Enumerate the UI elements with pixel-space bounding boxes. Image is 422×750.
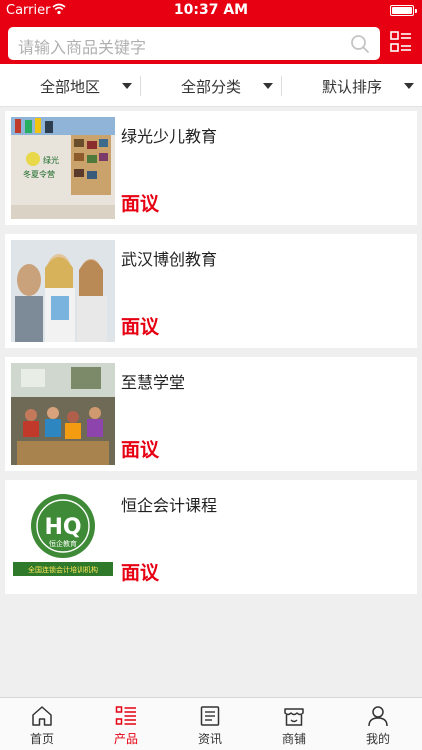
item-price: 面议 [121,562,160,584]
tab-shops[interactable]: 商铺 [252,698,336,750]
search-input[interactable]: 请输入商品关键字 [8,27,380,60]
caret-down-icon [404,83,414,89]
filter-category-label: 全部分类 [180,78,241,96]
list-item[interactable]: 绿光 冬夏令营 绿光少儿教育 面议 [5,111,417,225]
item-thumbnail: HQ 恒企教育 全国连锁会计培训机构 [11,486,115,588]
tab-profile[interactable]: 我的 [336,698,420,750]
svg-text:HQ: HQ [44,515,81,540]
tab-home[interactable]: 首页 [0,698,84,750]
filter-region[interactable]: 全部地区 [0,64,140,107]
tab-products-label: 产品 [113,732,138,746]
item-thumbnail [11,240,115,342]
tab-shops-label: 商铺 [281,732,306,746]
tab-home-label: 首页 [29,732,54,746]
tab-bar: 首页 产品 资讯 商铺 我的 [0,697,422,750]
thumb-caption: 冬夏令营 [23,169,55,179]
search-placeholder: 请输入商品关键字 [18,38,147,57]
item-title: 至慧学堂 [121,373,186,392]
list-item[interactable]: HQ 恒企教育 全国连锁会计培训机构 恒企会计课程 面议 [5,480,417,594]
item-price: 面议 [121,439,160,461]
tab-news-label: 资讯 [197,732,222,746]
filter-sort-label: 默认排序 [321,78,382,96]
filter-region-label: 全部地区 [39,78,100,96]
item-title: 绿光少儿教育 [121,127,218,146]
tab-news[interactable]: 资讯 [168,698,252,750]
app-header: Carrier 10:37 AM 请输入商品关键字 [0,0,422,64]
thumb-caption: 全国连锁会计培训机构 [28,565,98,574]
item-title: 武汉博创教育 [121,250,218,269]
item-thumbnail [11,363,115,465]
user-icon [368,706,388,727]
thumb-brand: 恒企教育 [49,539,77,548]
status-bar: Carrier 10:37 AM [0,0,422,22]
battery-icon [390,5,417,16]
item-price: 面议 [121,316,160,338]
filter-sort[interactable]: 默认排序 [282,64,422,107]
list-icon [115,706,136,725]
list-item[interactable]: 武汉博创教育 面议 [5,234,417,348]
news-icon [200,706,220,726]
item-thumbnail: 绿光 冬夏令营 [11,117,115,219]
tab-profile-label: 我的 [365,732,390,746]
clock: 10:37 AM [173,2,249,18]
search-icon[interactable] [350,34,370,54]
filter-bar: 全部地区 全部分类 默认排序 [0,64,422,107]
caret-down-icon [263,83,273,89]
list-item[interactable]: 至慧学堂 面议 [5,357,417,471]
home-icon [32,706,52,726]
thumb-brand: 绿光 [43,155,59,165]
filter-category[interactable]: 全部分类 [141,64,281,107]
tab-products[interactable]: 产品 [84,698,168,750]
caret-down-icon [122,83,132,89]
item-title: 恒企会计课程 [121,496,218,515]
shop-icon [284,708,304,726]
item-price: 面议 [121,193,160,215]
layout-toggle-icon[interactable] [390,31,412,53]
